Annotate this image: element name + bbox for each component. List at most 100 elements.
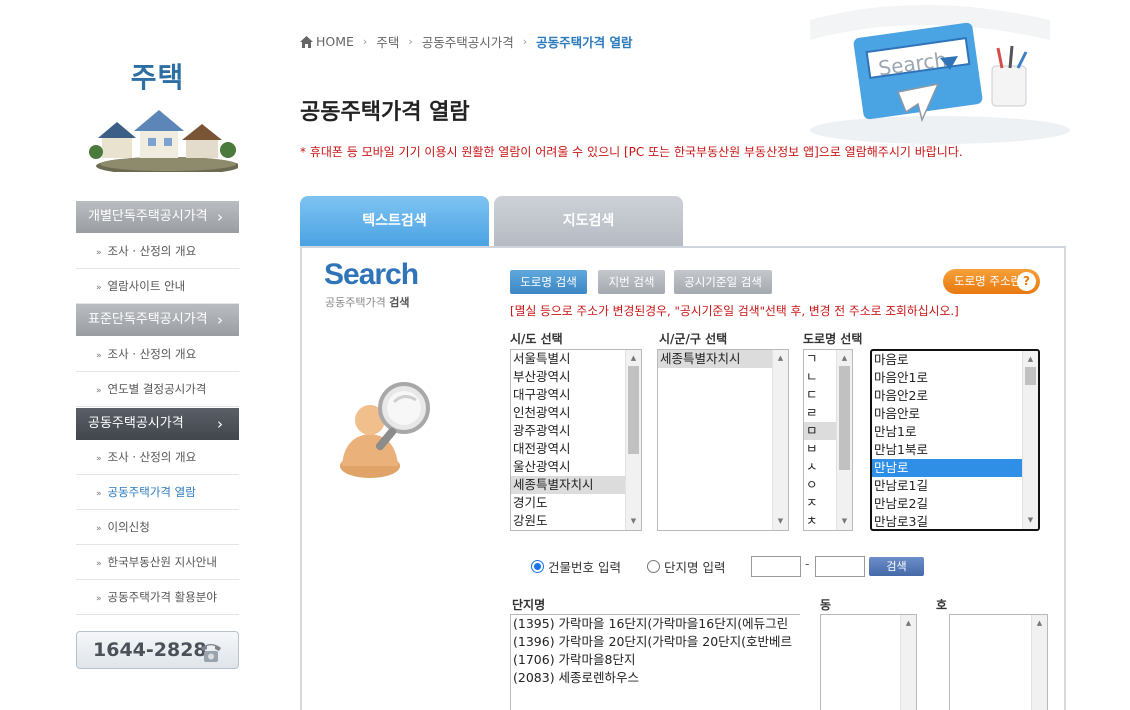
- scrollbar-thumb[interactable]: [839, 366, 850, 470]
- breadcrumb-separator: ›: [408, 35, 413, 48]
- complex-name-radio-option[interactable]: 단지명 입력: [647, 557, 725, 576]
- double-chevron-icon: »: [96, 283, 102, 293]
- double-chevron-icon: »: [96, 559, 102, 569]
- menu-apartment[interactable]: 공동주택공시가격 ›: [76, 408, 239, 440]
- sigungu-label: 시/군/구 선택: [659, 332, 728, 346]
- lot-number-search-button[interactable]: 지번 검색: [598, 270, 665, 294]
- sidebar-item-objection[interactable]: » 이의신청: [76, 510, 239, 545]
- building-number-radio-option[interactable]: 건물번호 입력: [531, 557, 621, 576]
- double-chevron-icon: »: [96, 524, 102, 534]
- sidebar-item-yearly-prices[interactable]: » 연도별 결정공시가격: [76, 372, 239, 407]
- breadcrumb-house[interactable]: 주택: [376, 32, 399, 51]
- complex-listbox[interactable]: (1395) 가락마을 16단지(가락마을16단지(에듀그린 (1396) 가락마…: [510, 614, 800, 710]
- road-option[interactable]: 만남로2길: [872, 495, 1038, 513]
- scroll-up-icon[interactable]: ▲: [626, 351, 641, 366]
- sido-option[interactable]: 부산광역시: [511, 368, 641, 386]
- notice-date-search-button[interactable]: 공시기준일 검색: [674, 270, 772, 294]
- sidebar-item-apartment-price-view[interactable]: » 공동주택가격 열람: [76, 475, 239, 510]
- road-option[interactable]: 만남로1길: [872, 477, 1038, 495]
- building-main-number-input[interactable]: [751, 556, 801, 577]
- road-option[interactable]: 마음안2로: [872, 387, 1038, 405]
- scrollbar[interactable]: ▲: [1031, 615, 1047, 710]
- scroll-down-icon[interactable]: ▼: [837, 514, 852, 529]
- person-magnifier-illustration: [340, 382, 430, 478]
- menu-standard-house-label: 표준단독주택공시가격: [88, 312, 208, 327]
- scroll-down-icon[interactable]: ▼: [1023, 513, 1038, 528]
- road-option[interactable]: 마음안1로: [872, 369, 1038, 387]
- scrollbar-thumb[interactable]: [1025, 367, 1036, 385]
- building-sub-number-input[interactable]: [815, 556, 865, 577]
- scroll-up-icon[interactable]: ▲: [837, 351, 852, 366]
- road-option[interactable]: 만남로: [872, 459, 1038, 477]
- sigungu-option[interactable]: 세종특별자치시: [658, 350, 788, 368]
- complex-option[interactable]: (1706) 가락마을8단지: [511, 651, 800, 669]
- sidebar-item-survey-overview-3[interactable]: » 조사 · 산정의 개요: [76, 440, 239, 475]
- sidebar-item-utilization[interactable]: » 공동주택가격 활용분야: [76, 580, 239, 615]
- sido-option[interactable]: 대구광역시: [511, 386, 641, 404]
- sido-option[interactable]: 광주광역시: [511, 422, 641, 440]
- complex-option[interactable]: (1396) 가락마을 20단지(가락마을 20단지(호반베르: [511, 633, 800, 651]
- initial-consonant-listbox[interactable]: ㄱㄴㄷㄹㅁㅂㅅㅇㅈㅊ ▲ ▼: [803, 349, 853, 531]
- road-name-listbox[interactable]: 마음로 마음안1로 마음안2로 마음안로 만남1로 만남1북로 만남로 만남로1길 만남로2길 만…: [870, 349, 1040, 531]
- road-options: 마음로 마음안1로 마음안2로 마음안로 만남1로 만남1북로 만남로 만남로1길 만남로2길 만…: [872, 351, 1038, 529]
- scrollbar[interactable]: ▲ ▼: [625, 350, 641, 530]
- complex-name-radio[interactable]: [647, 560, 660, 573]
- houses-illustration: [89, 110, 238, 172]
- scrollbar[interactable]: ▲: [900, 615, 916, 710]
- search-button[interactable]: 검색: [869, 557, 924, 576]
- sigungu-options: 세종특별자치시: [658, 350, 788, 368]
- sidebar-item-label: 조사 · 산정의 개요: [107, 244, 197, 258]
- menu-individual-house-label: 개별단독주택공시가격: [88, 209, 208, 224]
- sido-option[interactable]: 대전광역시: [511, 440, 641, 458]
- breadcrumb-separator: ›: [362, 35, 368, 48]
- sido-option[interactable]: 세종특별자치시: [511, 476, 641, 494]
- road-option[interactable]: 만남로3길: [872, 513, 1038, 529]
- scroll-up-icon[interactable]: ▲: [773, 351, 788, 366]
- sigungu-listbox[interactable]: 세종특별자치시 ▲ ▼: [657, 349, 789, 531]
- dong-listbox[interactable]: ▲: [820, 614, 917, 710]
- scroll-up-icon[interactable]: ▲: [901, 616, 916, 631]
- sidebar-item-label: 조사 · 산정의 개요: [107, 347, 197, 361]
- road-option[interactable]: 마음안로: [872, 405, 1038, 423]
- road-option[interactable]: 만남1북로: [872, 441, 1038, 459]
- sidebar-item-survey-overview-2[interactable]: » 조사 · 산정의 개요: [76, 337, 239, 372]
- search-subtitle: 공동주택가격 검색: [325, 294, 409, 310]
- scrollbar[interactable]: ▲ ▼: [836, 350, 852, 530]
- scroll-up-icon[interactable]: ▲: [1023, 352, 1038, 367]
- complex-option[interactable]: (2083) 세종로렌하우스: [511, 669, 800, 687]
- tab-map-search[interactable]: 지도검색: [494, 196, 683, 246]
- tab-text-search[interactable]: 텍스트검색: [300, 196, 489, 246]
- building-number-radio[interactable]: [531, 560, 544, 573]
- sido-option[interactable]: 강원도: [511, 512, 641, 530]
- scrollbar[interactable]: ▲ ▼: [772, 350, 788, 530]
- scrollbar-thumb[interactable]: [628, 366, 639, 454]
- sido-listbox[interactable]: 서울특별시 부산광역시 대구광역시 인천광역시 광주광역시 대전광역시 울산광역시 세종특별자…: [510, 349, 642, 531]
- ho-listbox[interactable]: ▲: [949, 614, 1048, 710]
- sido-option[interactable]: 경기도: [511, 494, 641, 512]
- help-icon: ?: [1017, 272, 1036, 291]
- sidebar-item-viewing-site[interactable]: » 열람사이트 안내: [76, 269, 239, 304]
- scroll-down-icon[interactable]: ▼: [773, 514, 788, 529]
- sidebar-item-survey-overview-1[interactable]: » 조사 · 산정의 개요: [76, 234, 239, 269]
- breadcrumb-current: 공동주택가격 열람: [536, 35, 633, 50]
- sido-option[interactable]: 인천광역시: [511, 404, 641, 422]
- double-chevron-icon: »: [96, 454, 102, 464]
- road-option[interactable]: 마음로: [872, 351, 1038, 369]
- scrollbar[interactable]: ▲ ▼: [1022, 351, 1038, 529]
- breadcrumb-apartment-price[interactable]: 공동주택공시가격: [422, 32, 514, 51]
- road-address-info-button[interactable]: 도로명 주소란 ?: [943, 269, 1040, 294]
- menu-individual-house[interactable]: 개별단독주택공시가격 ›: [76, 201, 239, 233]
- sidebar-item-label: 열람사이트 안내: [107, 279, 186, 293]
- complex-option[interactable]: (1395) 가락마을 16단지(가락마을16단지(에듀그린: [511, 615, 800, 633]
- menu-standard-house[interactable]: 표준단독주택공시가격 ›: [76, 304, 239, 336]
- sidebar-item-branch-info[interactable]: » 한국부동산원 지사안내: [76, 545, 239, 580]
- sido-option[interactable]: 서울특별시: [511, 350, 641, 368]
- home-icon: [300, 35, 313, 48]
- scroll-up-icon[interactable]: ▲: [1032, 616, 1047, 631]
- sido-option[interactable]: 울산광역시: [511, 458, 641, 476]
- telephone-icon: [201, 644, 221, 662]
- scroll-down-icon[interactable]: ▼: [626, 514, 641, 529]
- road-option[interactable]: 만남1로: [872, 423, 1038, 441]
- road-name-search-button[interactable]: 도로명 검색: [510, 270, 587, 294]
- breadcrumb-home[interactable]: HOME: [316, 34, 354, 49]
